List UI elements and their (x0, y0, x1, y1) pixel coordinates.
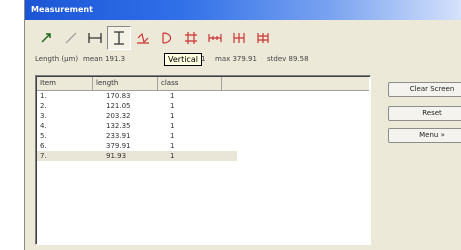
table-row[interactable]: 6. 379.91 1 (37, 141, 237, 151)
horizontal-tool-button[interactable] (83, 26, 107, 50)
horizontal-measure-icon (88, 33, 102, 43)
table-row[interactable]: 4. 132.35 1 (37, 121, 237, 131)
row-item: 7. (40, 152, 47, 160)
menu-button[interactable]: Menu » (388, 128, 461, 143)
column-header-length[interactable]: length (93, 77, 158, 90)
row-length: 170.83 (106, 92, 131, 100)
window-title: Measurement (25, 0, 461, 20)
line-icon (65, 32, 77, 44)
column-header-item[interactable]: Item (37, 77, 93, 90)
vertical-measure-icon (114, 31, 124, 45)
stats-max: max 379.91 (215, 55, 257, 63)
row-length: 379.91 (106, 142, 131, 150)
double-cross-icon (257, 33, 269, 43)
grid-icon (185, 32, 197, 44)
stats-mean: mean 191.3 (83, 55, 126, 63)
row-length: 233.91 (106, 132, 131, 140)
span-tool-button[interactable] (203, 26, 227, 50)
stats-stdev: stdev 89.58 (267, 55, 309, 63)
row-item: 2. (40, 102, 47, 110)
cross-tool-button[interactable] (227, 26, 251, 50)
line-tool-button[interactable] (59, 26, 83, 50)
row-class: 1 (170, 122, 175, 130)
row-item: 5. (40, 132, 47, 140)
table-row[interactable]: 5. 233.91 1 (37, 131, 237, 141)
double-cross-tool-button[interactable] (251, 26, 275, 50)
clear-screen-button[interactable]: Clear Screen (388, 82, 461, 97)
arrow-tool-button[interactable] (35, 26, 59, 50)
table-row[interactable]: 3. 203.32 1 (37, 111, 237, 121)
measurement-window: Measurement Length (µm) mean 191.3 max 3… (24, 0, 461, 250)
row-item: 1. (40, 92, 47, 100)
angle-tool-button[interactable] (131, 26, 155, 50)
table-header: Item length class (37, 77, 369, 91)
tooltip: Vertical (164, 53, 202, 66)
span-icon (208, 34, 222, 42)
table-row[interactable]: 1. 170.83 1 (37, 91, 237, 101)
table-row-selected[interactable]: 7. 91.93 1 (37, 151, 237, 161)
row-length: 203.32 (106, 112, 131, 120)
row-length: 121.05 (106, 102, 131, 110)
row-class: 1 (170, 112, 175, 120)
curve-icon (162, 32, 172, 44)
vertical-tool-button[interactable] (107, 26, 131, 50)
grid-tool-button[interactable] (179, 26, 203, 50)
row-class: 1 (170, 152, 175, 160)
curve-tool-button[interactable] (155, 26, 179, 50)
reset-button[interactable]: Reset (388, 106, 461, 121)
row-item: 3. (40, 112, 47, 120)
row-length: 91.93 (106, 152, 127, 160)
angle-icon (137, 32, 149, 44)
row-item: 4. (40, 122, 47, 130)
table-row[interactable]: 2. 121.05 1 (37, 101, 237, 111)
arrow-icon (41, 33, 51, 43)
row-class: 1 (170, 132, 175, 140)
measurement-table[interactable]: Item length class 1. 170.83 1 2. 121.05 … (35, 75, 371, 245)
row-class: 1 (170, 142, 175, 150)
row-class: 1 (170, 92, 175, 100)
column-header-class[interactable]: class (158, 77, 222, 90)
row-length: 132.35 (106, 122, 131, 130)
row-item: 6. (40, 142, 47, 150)
cross-measure-icon (233, 33, 245, 43)
row-class: 1 (170, 102, 175, 110)
stats-label: Length (µm) (35, 55, 79, 63)
